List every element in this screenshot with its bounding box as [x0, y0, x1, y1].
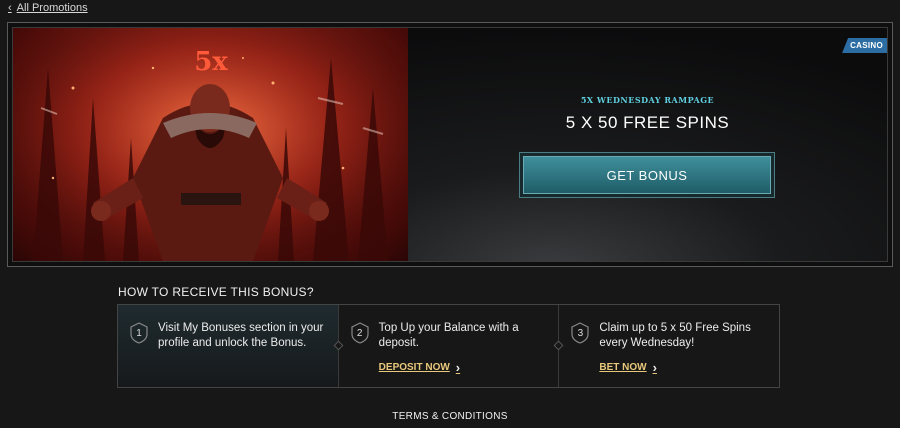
step-text: Visit My Bonuses section in your profile…: [158, 322, 324, 349]
how-to-title: HOW TO RECEIVE THIS BONUS?: [118, 285, 314, 299]
promo-banner: 5x 5X WEDNESDAY RAMPAGE 5 X 50 FREE SPIN…: [7, 22, 893, 267]
terms-conditions-link[interactable]: TERMS & CONDITIONS: [0, 411, 900, 422]
back-link-label: All Promotions: [16, 2, 88, 14]
step-card: 1 Visit My Bonuses section in your profi…: [118, 305, 344, 387]
step-number-badge: 2: [351, 322, 369, 344]
step-number-badge: 3: [571, 322, 589, 344]
step-card: 3 Claim up to 5 x 50 Free Spins every We…: [559, 305, 779, 387]
all-promotions-link[interactable]: ‹ All Promotions: [8, 2, 88, 14]
get-bonus-button[interactable]: GET BONUS: [523, 156, 771, 194]
art-multiplier-text: 5x: [194, 47, 228, 77]
promo-subtitle: 5X WEDNESDAY RAMPAGE: [580, 95, 715, 105]
casino-badge: CASINO: [842, 38, 887, 53]
step-card: 2 Top Up your Balance with a deposit. DE…: [339, 305, 564, 387]
warrior-illustration: 5x: [13, 28, 408, 261]
chevron-left-icon: ‹: [8, 2, 12, 14]
step-text: Claim up to 5 x 50 Free Spins every Wedn…: [599, 322, 751, 349]
promo-info-panel: 5X WEDNESDAY RAMPAGE 5 X 50 FREE SPINS G…: [408, 28, 887, 261]
chevron-right-icon: ›: [455, 360, 461, 375]
promo-artwork: 5x: [13, 28, 408, 261]
bonus-steps: 1 Visit My Bonuses section in your profi…: [117, 304, 780, 388]
chevron-right-icon: ›: [652, 360, 657, 375]
deposit-now-link[interactable]: DEPOSIT NOW ›: [379, 360, 460, 375]
promo-title: 5 X 50 FREE SPINS: [565, 113, 730, 132]
step-number-badge: 1: [130, 322, 148, 344]
bet-now-link[interactable]: BET NOW ›: [599, 360, 657, 375]
step-text: Top Up your Balance with a deposit.: [378, 322, 519, 349]
banner-frame: 5x 5X WEDNESDAY RAMPAGE 5 X 50 FREE SPIN…: [12, 27, 888, 262]
